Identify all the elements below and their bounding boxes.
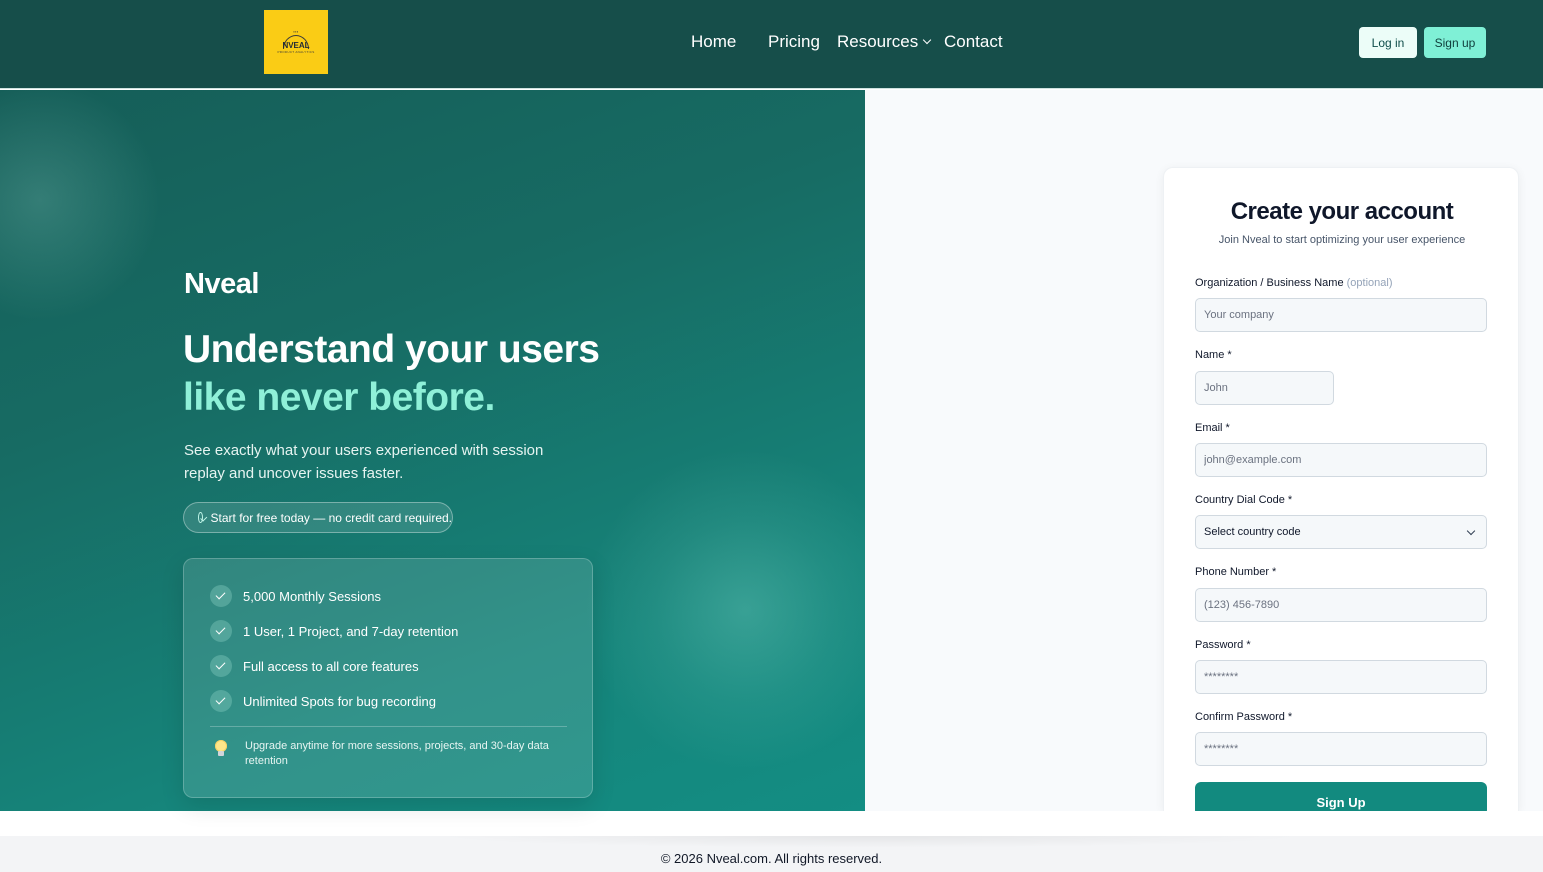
copyright-text: © 2026 Nveal.com. All rights reserved.: [660, 851, 883, 866]
form-subtitle: Join Nveal to start optimizing your user…: [1218, 234, 1466, 246]
phone-input[interactable]: [1195, 588, 1487, 622]
form-clip-area: [865, 811, 1543, 836]
feature-item: Unlimited Spots for bug recording: [210, 690, 436, 712]
nveal-logo[interactable]: ▪▪▪ NVEAL PRODUCT ANALYTICS: [264, 10, 328, 74]
confirm-password-input[interactable]: [1195, 732, 1487, 766]
form-title: Create your account: [1230, 198, 1454, 225]
phone-label: Phone Number *: [1195, 566, 1277, 578]
org-label-text: Organization / Business Name: [1195, 277, 1344, 289]
card-divider: [210, 726, 567, 727]
optional-hint: (optional): [1346, 277, 1393, 289]
feature-label: 1 User, 1 Project, and 7-day retention: [243, 623, 459, 639]
check-icon: [210, 655, 232, 677]
confirm-password-label: Confirm Password *: [1195, 711, 1293, 723]
nav-link-contact[interactable]: Contact: [944, 31, 1003, 52]
top-nav: ▪▪▪ NVEAL PRODUCT ANALYTICS Home Pricing…: [0, 0, 1543, 89]
signup-button[interactable]: Sign up: [1424, 27, 1486, 58]
lightbulb-icon: [215, 740, 227, 758]
hero-subtitle: See exactly what your users experienced …: [184, 442, 544, 482]
logo-top-mark: ▪▪▪: [293, 29, 299, 34]
name-label: Name *: [1195, 349, 1232, 361]
feature-label: Full access to all core features: [243, 658, 419, 674]
dial-code-label: Country Dial Code *: [1195, 494, 1293, 506]
login-button[interactable]: Log in: [1359, 27, 1417, 58]
feature-label: Unlimited Spots for bug recording: [243, 693, 436, 709]
org-input[interactable]: [1195, 298, 1487, 332]
chevron-down-icon: [923, 35, 932, 45]
feature-item: 1 User, 1 Project, and 7-day retention: [210, 620, 458, 642]
password-label: Password *: [1195, 639, 1251, 651]
check-icon: [210, 585, 232, 607]
feature-item: Full access to all core features: [210, 655, 419, 677]
check-icon: [210, 620, 232, 642]
hero-headline-accent: like never before.: [183, 376, 495, 419]
check-icon: [210, 690, 232, 712]
feature-label: 5,000 Monthly Sessions: [243, 588, 382, 604]
nav-link-home[interactable]: Home: [691, 31, 736, 52]
free-trial-badge: Start for free today — no credit card re…: [183, 502, 453, 533]
plan-features-card: 5,000 Monthly Sessions 1 User, 1 Project…: [183, 558, 593, 798]
dial-code-select[interactable]: Select country code: [1195, 515, 1487, 549]
check-circle-icon: [198, 512, 203, 523]
upgrade-tip: Upgrade anytime for more sessions, proje…: [210, 739, 565, 769]
org-label: Organization / Business Name (optional): [1195, 277, 1393, 289]
hero-brand: Nveal: [184, 268, 259, 300]
hero-headline: Understand your users: [183, 328, 600, 371]
hero-panel: Nveal Understand your users like never b…: [0, 90, 865, 811]
nav-link-resources[interactable]: Resources: [837, 31, 932, 52]
logo-tagline: PRODUCT ANALYTICS: [277, 50, 315, 54]
footer: © 2026 Nveal.com. All rights reserved.: [0, 836, 1543, 872]
chevron-down-icon: [1466, 526, 1476, 536]
dial-code-value: Select country code: [1204, 526, 1301, 538]
email-input[interactable]: [1195, 443, 1487, 477]
logo-text: NVEAL: [282, 41, 310, 50]
feature-item: 5,000 Monthly Sessions: [210, 585, 381, 607]
email-label: Email *: [1195, 422, 1230, 434]
nav-link-resources-label: Resources: [837, 32, 919, 51]
nav-link-pricing[interactable]: Pricing: [768, 31, 820, 52]
free-trial-text: Start for free today — no credit card re…: [210, 510, 452, 525]
password-input[interactable]: [1195, 660, 1487, 694]
name-input[interactable]: [1195, 371, 1334, 405]
upgrade-tip-text: Upgrade anytime for more sessions, proje…: [245, 740, 549, 767]
signup-form-card: Create your account Join Nveal to start …: [1163, 167, 1519, 816]
